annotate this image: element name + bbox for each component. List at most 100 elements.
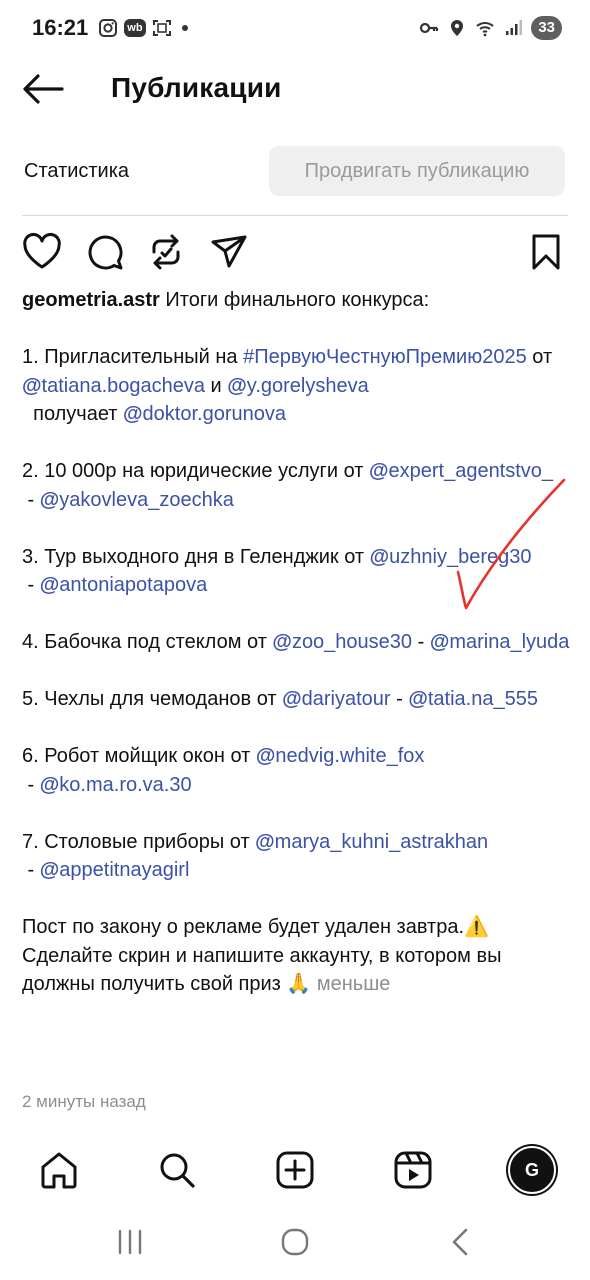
item-text: 7. Столовые приборы от: [22, 830, 256, 853]
share-icon: [211, 235, 247, 268]
item-text: 6. Робот мойщик окон от: [22, 745, 256, 767]
mention-username: zoo_house30: [291, 631, 413, 653]
caption-intro-text: Итоги финального конкурса:: [159, 289, 430, 311]
mention-username: marina_lyuda: [449, 631, 570, 653]
mention-link[interactable]: @marina_lyuda: [430, 631, 570, 653]
key-icon: [420, 22, 439, 34]
statistics-link[interactable]: Статистика: [24, 160, 129, 183]
mention-at-icon: @: [39, 574, 60, 596]
item-text: 1. Пригласительный на: [22, 346, 244, 368]
caption-intro: geometria.astr Итоги финального конкурса…: [22, 286, 572, 315]
mention-username: yakovleva_zoechka: [59, 488, 234, 511]
promote-post-button[interactable]: Продвигать публикацию: [269, 146, 565, 196]
list-item: 1. Пригласительный на #ПервуюЧестнуюПрем…: [22, 343, 572, 429]
nav-search[interactable]: [155, 1148, 199, 1192]
mention-link[interactable]: @yakovleva_zoechka: [40, 489, 234, 511]
mention-username: y.gorelysheva: [246, 374, 369, 397]
post-caption: geometria.astr Итоги финального конкурса…: [22, 286, 572, 999]
back-chevron-icon: [452, 1228, 468, 1256]
status-time: 16:21: [32, 15, 89, 40]
caption-username[interactable]: geometria.astr: [22, 289, 160, 311]
mention-link[interactable]: @tatiana.bogacheva: [22, 375, 205, 397]
status-bar: 16:21 wb 33: [0, 0, 590, 56]
item-text: 2. 10 000р на юридические услуги от: [22, 460, 369, 482]
create-icon: [276, 1151, 314, 1189]
reels-icon: [394, 1151, 432, 1189]
mention-link[interactable]: @antoniapotapova: [40, 574, 207, 596]
divider: [22, 215, 568, 216]
home-system-button[interactable]: [275, 1226, 315, 1258]
item-text: -: [22, 488, 40, 511]
mention-at-icon: @: [408, 688, 428, 710]
home-circle-icon: [281, 1228, 309, 1256]
mention-link[interactable]: @y.gorelysheva: [227, 375, 368, 397]
mention-at-icon: @: [227, 374, 247, 397]
caption-footer-text: Пост по закону о рекламе будет удален за…: [22, 916, 502, 995]
mention-username: appetitnayagirl: [59, 859, 190, 881]
save-button[interactable]: [526, 232, 566, 272]
battery-indicator: 33: [531, 16, 562, 40]
repost-icon: [152, 234, 180, 270]
mention-username: tatia.na_555: [427, 688, 538, 710]
instagram-icon: [99, 19, 118, 37]
nav-home[interactable]: [37, 1148, 81, 1192]
mention-at-icon: @: [39, 859, 60, 881]
mention-link[interactable]: @ko.ma.ro.va.30: [40, 774, 192, 796]
system-navigation-bar: [0, 1212, 590, 1272]
search-icon: [160, 1153, 195, 1188]
mention-at-icon: @: [282, 688, 302, 710]
signal-icon: [506, 20, 523, 35]
wb-icon: wb: [124, 19, 146, 37]
item-text: -: [22, 859, 40, 881]
mention-link[interactable]: @zoo_house30: [272, 631, 412, 653]
recent-apps-button[interactable]: [110, 1226, 150, 1258]
red-checkmark-annotation: [456, 478, 566, 610]
list-item: 7. Столовые приборы от @marya_kuhni_astr…: [22, 828, 572, 885]
repost-button[interactable]: [146, 232, 186, 272]
nav-reels[interactable]: [391, 1148, 435, 1192]
back-button[interactable]: [22, 72, 64, 106]
location-icon: [451, 20, 464, 36]
item-text: 4. Бабочка под стеклом от: [22, 631, 273, 653]
item-text: -: [22, 574, 40, 596]
wifi-icon: [476, 22, 494, 37]
page-header: Публикации: [0, 60, 590, 118]
mention-username: antoniapotapova: [59, 574, 208, 596]
mention-username: marya_kuhni_astrakhan: [274, 830, 489, 853]
page-title: Публикации: [111, 72, 282, 103]
mention-link[interactable]: @appetitnayagirl: [40, 859, 190, 881]
mention-link[interactable]: @marya_kuhni_astrakhan: [255, 831, 488, 853]
list-item: 4. Бабочка под стеклом от @zoo_house30 -…: [22, 628, 572, 657]
mention-link[interactable]: @tatia.na_555: [408, 688, 538, 710]
mention-at-icon: @: [255, 745, 276, 767]
item-text: получает: [22, 403, 124, 425]
nav-create[interactable]: [273, 1148, 317, 1192]
item-text: от: [526, 346, 553, 368]
post-actions: [22, 230, 568, 274]
item-text: -: [22, 773, 40, 796]
status-notification-icons: wb: [98, 18, 188, 38]
caption-footer: Пост по закону о рекламе будет удален за…: [22, 913, 572, 999]
share-button[interactable]: [209, 232, 249, 272]
more-notifications-dot: [181, 25, 188, 31]
mention-link[interactable]: @dariyatour: [282, 688, 390, 710]
status-system-icons: 33: [419, 16, 562, 40]
item-text: и: [204, 374, 228, 397]
comment-button[interactable]: [85, 232, 125, 272]
mention-username: nedvig.white_fox: [275, 745, 425, 767]
mention-at-icon: @: [255, 830, 275, 853]
mention-at-icon: @: [368, 460, 389, 482]
like-button[interactable]: [22, 232, 62, 272]
nav-profile-avatar[interactable]: G: [508, 1146, 556, 1194]
hashtag-link[interactable]: #ПервуюЧестнуюПремию2025: [243, 346, 527, 368]
mention-link[interactable]: @doktor.gorunova: [123, 403, 286, 425]
recent-apps-icon: [118, 1229, 142, 1255]
mention-link[interactable]: @nedvig.white_fox: [256, 745, 425, 767]
bottom-navigation: G: [0, 1140, 590, 1202]
mention-username: tatiana.bogacheva: [41, 374, 205, 397]
mention-username: ko.ma.ro.va.30: [59, 773, 192, 796]
back-system-button[interactable]: [440, 1226, 480, 1258]
show-less-link[interactable]: меньше: [317, 973, 391, 995]
mention-at-icon: @: [39, 488, 60, 511]
home-icon: [41, 1152, 77, 1189]
